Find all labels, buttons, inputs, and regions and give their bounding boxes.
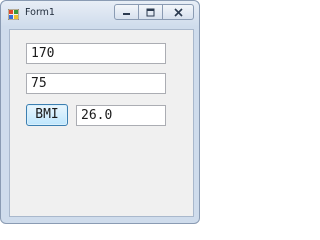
minimize-button[interactable] bbox=[114, 4, 139, 20]
form-app-icon bbox=[8, 9, 19, 20]
close-button[interactable] bbox=[163, 4, 194, 20]
bmi-result-textbox[interactable]: 26.0 bbox=[76, 105, 166, 126]
close-icon bbox=[173, 7, 183, 17]
bmi-button[interactable]: BMI bbox=[26, 104, 68, 126]
form-window: Form1 170 75 BMI 26.0 bbox=[0, 0, 200, 224]
height-textbox[interactable]: 170 bbox=[26, 43, 166, 64]
title-bar[interactable]: Form1 bbox=[1, 1, 199, 27]
weight-textbox[interactable]: 75 bbox=[26, 73, 166, 94]
window-title: Form1 bbox=[25, 7, 55, 18]
maximize-icon bbox=[146, 8, 155, 16]
form-client-area: 170 75 BMI 26.0 bbox=[9, 29, 194, 217]
maximize-button[interactable] bbox=[139, 4, 163, 20]
minimize-icon bbox=[123, 12, 130, 15]
caption-buttons bbox=[114, 4, 194, 20]
